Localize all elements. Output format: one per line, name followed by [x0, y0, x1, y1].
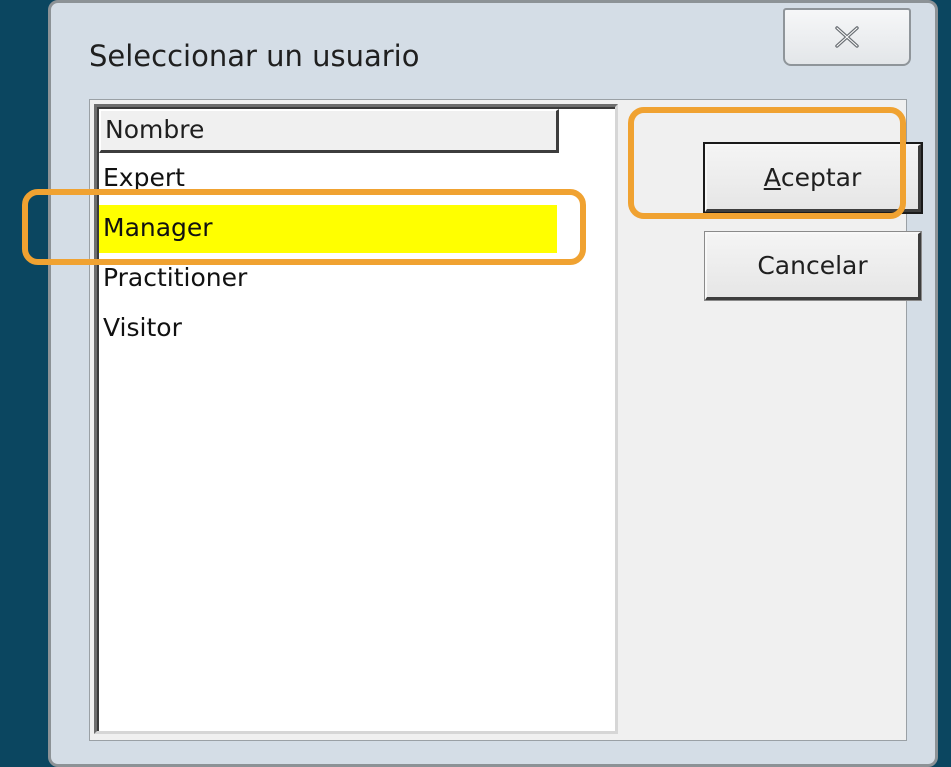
select-user-dialog: Seleccionar un usuario Nombre Expert Man… [48, 0, 938, 767]
user-list[interactable]: Nombre Expert Manager Practitioner Visit… [94, 104, 618, 734]
accept-accelerator: A [763, 163, 781, 192]
list-item-expert[interactable]: Expert [99, 155, 185, 203]
accept-label: ceptar [780, 163, 862, 192]
list-item-practitioner[interactable]: Practitioner [99, 255, 247, 303]
list-item-manager[interactable]: Manager [99, 205, 557, 253]
accept-button[interactable]: Aceptar [703, 142, 923, 214]
dialog-title: Seleccionar un usuario [89, 39, 420, 73]
column-header-nombre[interactable]: Nombre [99, 109, 559, 153]
list-item-visitor[interactable]: Visitor [99, 305, 182, 353]
close-icon [835, 26, 859, 48]
close-button[interactable] [783, 8, 911, 66]
dialog-client-area: Nombre Expert Manager Practitioner Visit… [89, 99, 923, 741]
cancel-button[interactable]: Cancelar [704, 231, 922, 301]
